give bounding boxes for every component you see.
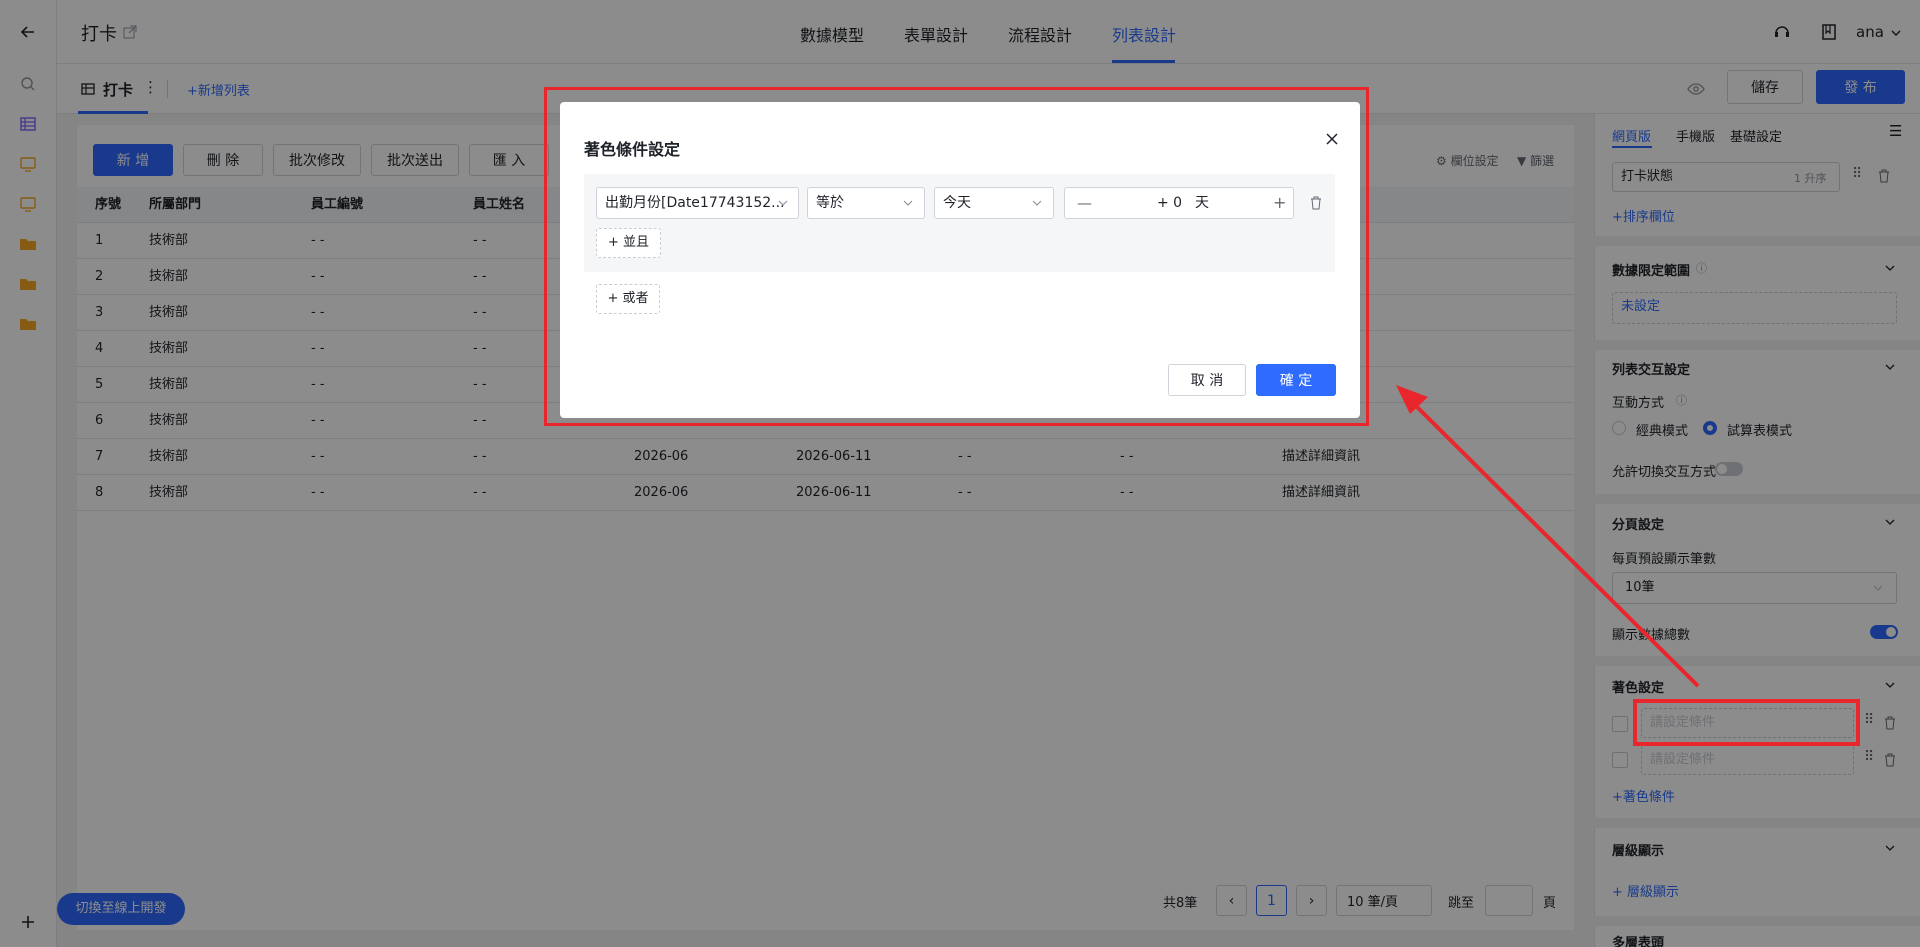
highlight-box	[544, 87, 1369, 426]
highlight-box	[1633, 699, 1860, 746]
